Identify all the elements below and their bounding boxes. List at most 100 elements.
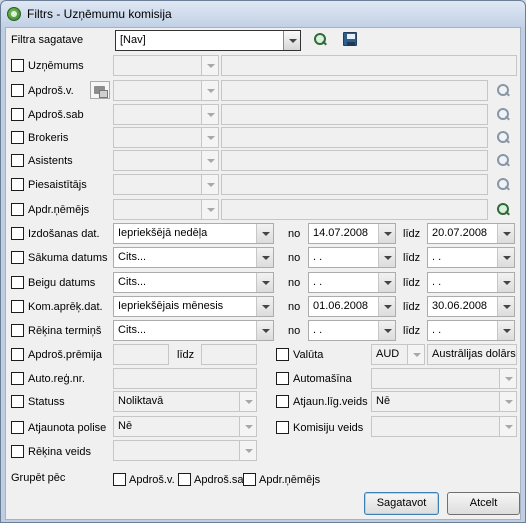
- checkbox-invoice-due[interactable]: [11, 324, 24, 337]
- checkbox-start-date[interactable]: [11, 251, 24, 264]
- checkbox-group-policyholder[interactable]: [243, 473, 256, 486]
- to-label: līdz: [403, 252, 421, 264]
- commission-calc-date-period-select[interactable]: Iepriekšējais mēnesis: [113, 296, 274, 317]
- search-icon[interactable]: [495, 130, 511, 146]
- chevron-down-icon: [201, 105, 218, 124]
- checkbox-currency[interactable]: [276, 348, 289, 361]
- premium-to-field[interactable]: [201, 344, 257, 365]
- currency-name-field: Austrālijas dolārs: [427, 344, 517, 365]
- car-label: Automašīna: [293, 373, 352, 385]
- commission-type-select[interactable]: [371, 416, 517, 437]
- save-icon[interactable]: [343, 32, 357, 46]
- search-icon[interactable]: [495, 107, 511, 123]
- folder-icon[interactable]: [90, 81, 110, 99]
- company-label: Uzņēmums: [28, 60, 84, 72]
- recruiter-select[interactable]: [113, 174, 219, 195]
- renewed-policy-label: Atjaunota polise: [28, 422, 107, 434]
- from-label: no: [288, 301, 301, 313]
- start-date-to-picker[interactable]: . .: [427, 247, 515, 268]
- end-date-from-picker[interactable]: . .: [308, 272, 396, 293]
- filter-window: Filtrs - Uzņēmumu komisija Filtra sagata…: [0, 0, 526, 523]
- renewal-type-select[interactable]: Nē: [371, 391, 517, 412]
- end-date-to-picker[interactable]: . .: [427, 272, 515, 293]
- issue-date-to-picker[interactable]: 20.07.2008: [427, 223, 515, 244]
- car-select[interactable]: [371, 368, 517, 389]
- assistant-select[interactable]: [113, 150, 219, 171]
- car-reg-label: Auto.reģ.nr.: [28, 373, 85, 385]
- chevron-down-icon: [239, 441, 256, 460]
- search-icon[interactable]: [312, 32, 328, 48]
- commission-calc-date-to-picker[interactable]: 30.06.2008: [427, 296, 515, 317]
- insurer-select[interactable]: [113, 104, 219, 125]
- assistant-name-field: [221, 150, 488, 171]
- checkbox-end-date[interactable]: [11, 276, 24, 289]
- template-select[interactable]: [Nav]: [115, 30, 301, 51]
- checkbox-issue-date[interactable]: [11, 227, 24, 240]
- invoice-due-from-picker[interactable]: . .: [308, 320, 396, 341]
- checkbox-renewal-type[interactable]: [276, 395, 289, 408]
- insurance-type-select[interactable]: [113, 80, 219, 101]
- prepare-button[interactable]: Sagatavot: [364, 492, 439, 515]
- invoice-due-to-picker[interactable]: . .: [427, 320, 515, 341]
- chevron-down-icon: [497, 297, 514, 316]
- from-label: no: [288, 228, 301, 240]
- premium-label: Apdroš.prēmija: [28, 349, 102, 361]
- chevron-down-icon: [499, 392, 516, 411]
- chevron-down-icon: [239, 417, 256, 436]
- premium-from-field[interactable]: [113, 344, 169, 365]
- checkbox-insurer[interactable]: [11, 108, 24, 121]
- checkbox-premium[interactable]: [11, 348, 24, 361]
- broker-select[interactable]: [113, 127, 219, 148]
- chevron-down-icon: [499, 369, 516, 388]
- checkbox-commission-type[interactable]: [276, 421, 289, 434]
- checkbox-renewed-policy[interactable]: [11, 421, 24, 434]
- from-label: no: [288, 325, 301, 337]
- search-icon[interactable]: [495, 153, 511, 169]
- group-insurance-type-label: Apdroš.v.: [129, 474, 175, 486]
- chevron-down-icon: [497, 248, 514, 267]
- chevron-down-icon: [256, 224, 273, 243]
- invoice-type-select[interactable]: [113, 440, 257, 461]
- insurer-label: Apdroš.sab: [28, 109, 84, 121]
- end-date-period-select[interactable]: Cits...: [113, 272, 274, 293]
- checkbox-status[interactable]: [11, 395, 24, 408]
- search-icon[interactable]: [495, 83, 511, 99]
- currency-select[interactable]: AUD: [371, 344, 425, 365]
- checkbox-policyholder[interactable]: [11, 203, 24, 216]
- start-date-from-picker[interactable]: . .: [308, 247, 396, 268]
- checkbox-group-insurance-type[interactable]: [113, 473, 126, 486]
- issue-date-from-picker[interactable]: 14.07.2008: [308, 223, 396, 244]
- invoice-due-period-select[interactable]: Cits...: [113, 320, 274, 341]
- renewed-policy-select[interactable]: Nē: [113, 416, 257, 437]
- checkbox-group-insurer[interactable]: [178, 473, 191, 486]
- issue-date-period-select[interactable]: Iepriekšējā nedēļa: [113, 223, 274, 244]
- app-icon: [7, 7, 21, 21]
- to-label: līdz: [403, 228, 421, 240]
- start-date-period-select[interactable]: Cits...: [113, 247, 274, 268]
- commission-calc-date-from-picker[interactable]: 01.06.2008: [308, 296, 396, 317]
- policyholder-select[interactable]: [113, 199, 219, 220]
- status-select[interactable]: Noliktavā: [113, 391, 257, 412]
- search-icon[interactable]: [495, 202, 511, 218]
- checkbox-insurance-type[interactable]: [11, 84, 24, 97]
- checkbox-car[interactable]: [276, 372, 289, 385]
- chevron-down-icon: [378, 248, 395, 267]
- cancel-button[interactable]: Atcelt: [447, 492, 520, 515]
- car-reg-field[interactable]: [113, 368, 257, 389]
- status-label: Statuss: [28, 396, 65, 408]
- checkbox-assistant[interactable]: [11, 154, 24, 167]
- start-date-label: Sākuma datums: [28, 252, 108, 264]
- checkbox-recruiter[interactable]: [11, 178, 24, 191]
- checkbox-broker[interactable]: [11, 131, 24, 144]
- checkbox-commission-calc-date[interactable]: [11, 300, 24, 313]
- chevron-down-icon: [497, 321, 514, 340]
- checkbox-invoice-type[interactable]: [11, 445, 24, 458]
- checkbox-car-reg[interactable]: [11, 372, 24, 385]
- search-icon[interactable]: [495, 177, 511, 193]
- from-label: no: [288, 277, 301, 289]
- chevron-down-icon: [283, 31, 300, 50]
- company-select[interactable]: [113, 55, 219, 76]
- checkbox-company[interactable]: [11, 59, 24, 72]
- broker-label: Brokeris: [28, 132, 69, 144]
- invoice-due-label: Rēķina termiņš: [28, 325, 102, 337]
